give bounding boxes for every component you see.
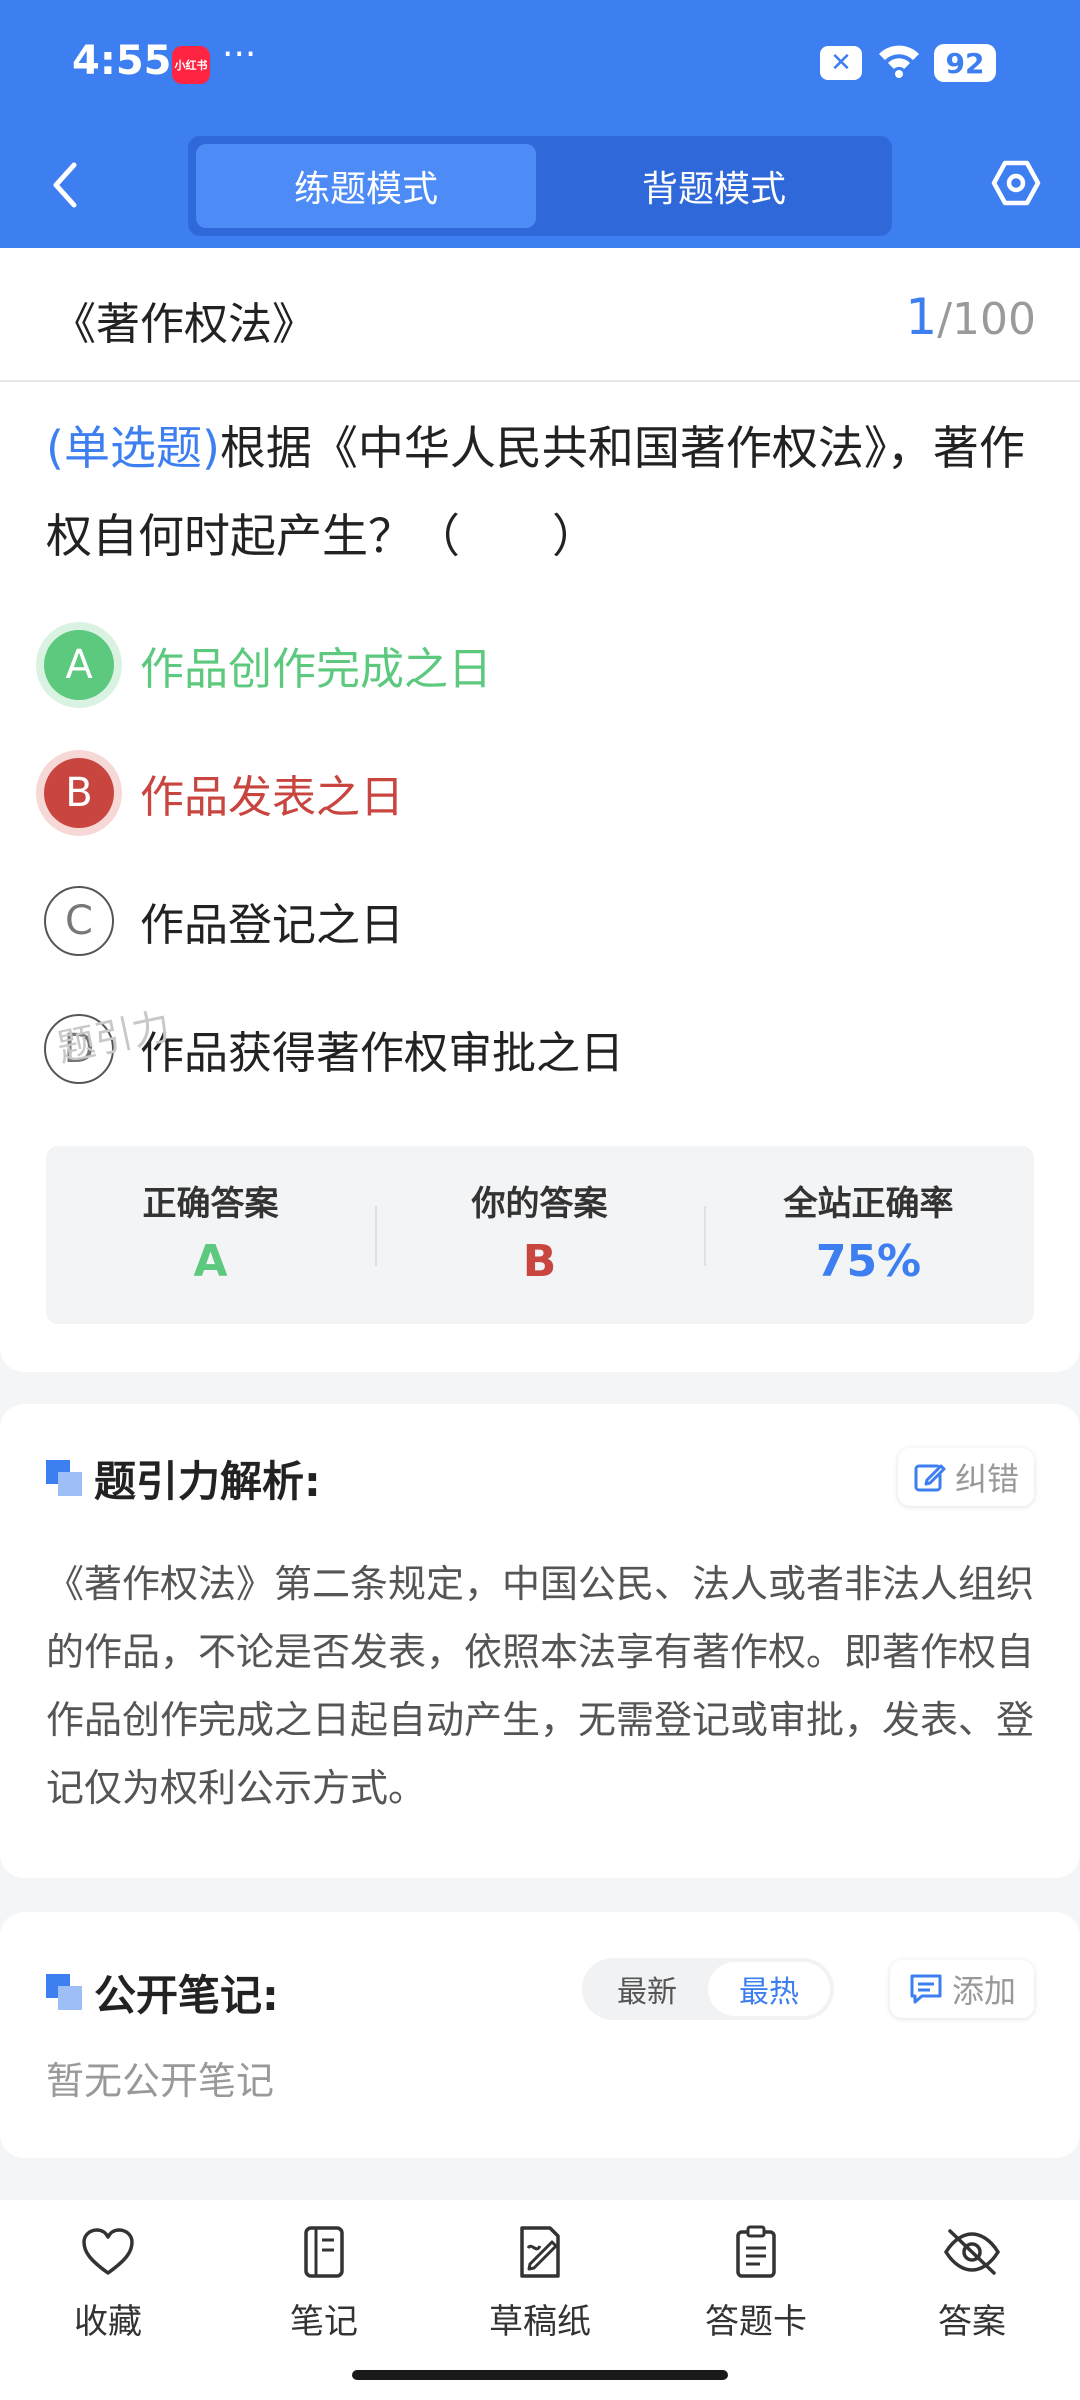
toggle-answer-button[interactable]: 答案 xyxy=(892,2222,1052,2342)
notes-label: 笔记 xyxy=(290,2302,358,2342)
public-notes-card: 公开笔记: 最新 最热 添加 暂无公开笔记 xyxy=(0,1912,1080,2158)
counter-total: /100 xyxy=(937,294,1036,345)
option-c-letter: C xyxy=(44,886,114,956)
analysis-text: 《著作权法》第二条规定，中国公民、法人或者非法人组织的作品，不论是否发表，依照本… xyxy=(46,1562,1035,1810)
correct-answer-label: 正确答案 xyxy=(142,1184,279,1224)
option-b-letter: B xyxy=(44,758,114,828)
accuracy-rate-label: 全站正确率 xyxy=(783,1184,954,1224)
home-indicator[interactable] xyxy=(352,2370,728,2380)
settings-hexagon-icon xyxy=(991,160,1041,206)
counter-current: 1 xyxy=(905,288,938,346)
tab-memorize-mode[interactable]: 背题模式 xyxy=(544,144,884,228)
draft-paper-button[interactable]: 草稿纸 xyxy=(460,2222,620,2342)
add-note-button[interactable]: 添加 xyxy=(890,1960,1034,2018)
status-time: 4:55 xyxy=(72,38,172,84)
draft-paper-icon xyxy=(510,2222,570,2282)
question-card: 《著作权法》 1/100 (单选题)根据《中华人民共和国著作权法》，著作权自何时… xyxy=(0,248,1080,1372)
tab-practice-mode[interactable]: 练题模式 xyxy=(196,144,536,228)
sort-hottest[interactable]: 最热 xyxy=(708,1962,830,2016)
option-b[interactable]: B 作品发表之日 xyxy=(44,748,1024,838)
favorite-label: 收藏 xyxy=(74,2302,142,2342)
answer-sheet-label: 答题卡 xyxy=(705,2302,807,2342)
back-button[interactable] xyxy=(40,155,90,215)
battery-indicator: 92 xyxy=(934,44,996,82)
accuracy-rate-col: 全站正确率 75% xyxy=(704,1146,1033,1324)
your-answer-label: 你的答案 xyxy=(471,1184,608,1224)
question-counter: 1/100 xyxy=(905,288,1036,346)
option-c-text: 作品登记之日 xyxy=(140,900,404,951)
xiaohongshu-app-icon: 小红书 xyxy=(172,46,210,84)
answer-sheet-button[interactable]: 答题卡 xyxy=(676,2222,836,2342)
option-a[interactable]: A 作品创作完成之日 xyxy=(44,620,1024,710)
answer-summary: 正确答案 A 你的答案 B 全站正确率 75% xyxy=(46,1146,1034,1324)
notes-title: 公开笔记: xyxy=(94,1971,279,2020)
comment-icon xyxy=(910,1974,942,2004)
your-answer-col: 你的答案 B xyxy=(375,1146,704,1324)
question-text: (单选题)根据《中华人民共和国著作权法》，著作权自何时起产生？（ ） xyxy=(46,404,1026,580)
notes-sort-toggle: 最新 最热 xyxy=(582,1958,834,2020)
chevron-left-icon xyxy=(53,162,77,208)
section-icon xyxy=(46,1460,82,1496)
correct-answer-col: 正确答案 A xyxy=(46,1146,375,1324)
close-notification-icon: ✕ xyxy=(820,46,862,80)
analysis-title: 题引力解析: xyxy=(94,1457,321,1506)
report-error-label: 纠错 xyxy=(954,1460,1019,1498)
edit-icon xyxy=(914,1464,946,1492)
top-header: 4:55 小红书 ··· ✕ 92 练题模式 背题模式 xyxy=(0,0,1080,248)
chapter-title: 《著作权法》 xyxy=(52,299,316,350)
your-answer-value: B xyxy=(522,1236,557,1287)
notebook-icon xyxy=(294,2222,354,2282)
option-a-text: 作品创作完成之日 xyxy=(140,644,492,695)
mode-switch: 练题模式 背题模式 xyxy=(188,136,892,236)
question-title-row: 《著作权法》 1/100 xyxy=(0,248,1080,382)
notes-button[interactable]: 笔记 xyxy=(244,2222,404,2342)
favorite-button[interactable]: 收藏 xyxy=(28,2222,188,2342)
option-a-letter: A xyxy=(44,630,114,700)
settings-button[interactable] xyxy=(988,155,1044,211)
option-d[interactable]: D 作品获得著作权审批之日 xyxy=(44,1004,1024,1094)
eye-off-icon xyxy=(942,2222,1002,2282)
question-type-label: (单选题) xyxy=(46,421,220,475)
option-d-text: 作品获得著作权审批之日 xyxy=(140,1028,624,1079)
analysis-card: 题引力解析: 纠错 《著作权法》第二条规定，中国公民、法人或者非法人组织的作品，… xyxy=(0,1404,1080,1878)
empty-notes-text: 暂无公开笔记 xyxy=(46,2059,275,2103)
status-more-dots: ··· xyxy=(222,34,257,75)
draft-paper-label: 草稿纸 xyxy=(489,2302,591,2342)
report-error-button[interactable]: 纠错 xyxy=(898,1448,1034,1506)
option-b-text: 作品发表之日 xyxy=(140,772,404,823)
wifi-icon xyxy=(876,40,922,84)
sort-latest[interactable]: 最新 xyxy=(586,1962,708,2016)
toggle-answer-label: 答案 xyxy=(938,2302,1006,2342)
answer-sheet-icon xyxy=(726,2222,786,2282)
correct-answer-value: A xyxy=(193,1236,228,1287)
add-note-label: 添加 xyxy=(951,1972,1016,2010)
section-icon xyxy=(46,1974,82,2010)
heart-icon xyxy=(78,2222,138,2282)
accuracy-rate-value: 75% xyxy=(815,1236,922,1287)
option-c[interactable]: C 作品登记之日 xyxy=(44,876,1024,966)
